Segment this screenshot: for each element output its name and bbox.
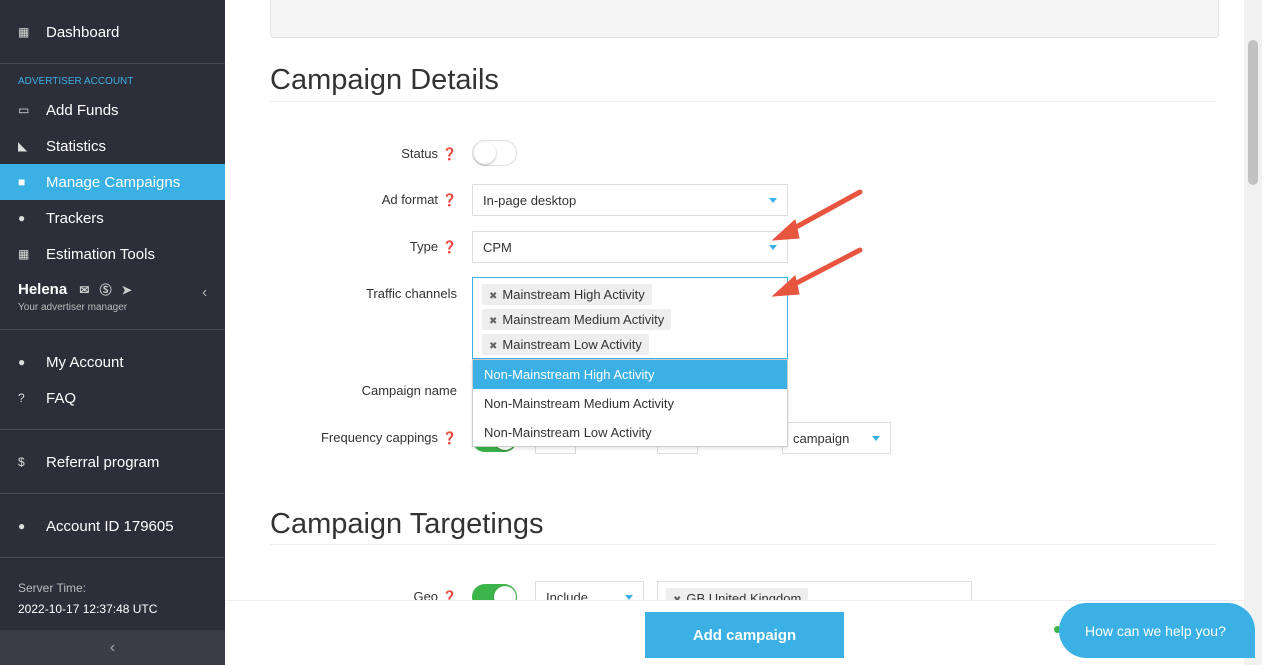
main-content: Campaign Details Status ❓ Ad format ❓ In-p… <box>225 0 1262 665</box>
frequency-period-select[interactable]: campaign <box>782 422 891 454</box>
collapse-sidebar-button[interactable]: ‹ <box>0 630 225 665</box>
account-id: ● Account ID 179605 <box>0 508 225 544</box>
traffic-channels-input[interactable]: ✖ Mainstream High Activity ✖ Mainstream Me… <box>472 277 788 359</box>
divider <box>0 557 225 558</box>
divider <box>0 329 225 330</box>
campaign-targetings-title: Campaign Targetings <box>270 508 544 540</box>
sidebar-item-add-funds[interactable]: ▭ Add Funds <box>0 92 225 128</box>
help-icon[interactable]: ❓ <box>442 193 457 207</box>
section-label: ADVERTISER ACCOUNT <box>18 76 134 87</box>
calculator-icon: ▦ <box>18 247 30 261</box>
manager-subtitle: Your advertiser manager <box>18 302 128 313</box>
sidebar-item-estimation-tools[interactable]: ▦ Estimation Tools <box>0 236 225 272</box>
type-select[interactable]: CPM <box>472 231 788 263</box>
divider <box>270 101 1217 102</box>
telegram-icon[interactable]: ➤ <box>122 283 132 297</box>
top-panel <box>270 0 1219 38</box>
skype-icon[interactable]: Ⓢ <box>100 283 112 297</box>
traffic-tag: ✖ Mainstream High Activity <box>482 284 652 305</box>
sidebar-item-referral[interactable]: $ Referral program <box>0 444 225 480</box>
traffic-channels-dropdown: Non-Mainstream High Activity Non-Mainstr… <box>472 359 788 447</box>
user-icon: ● <box>18 519 26 533</box>
frequency-cappings-label: Frequency cappings ❓ <box>320 430 457 445</box>
scrollbar-thumb[interactable] <box>1248 40 1258 185</box>
traffic-tag: ✖ Mainstream Medium Activity <box>482 309 672 330</box>
dropdown-option[interactable]: Non-Mainstream Medium Activity <box>473 389 787 418</box>
manager-name: Helena ✉ Ⓢ ➤ <box>18 281 132 298</box>
user-icon: ● <box>18 355 26 369</box>
area-chart-icon: ◣ <box>18 139 28 153</box>
divider <box>0 429 225 430</box>
add-campaign-button[interactable]: Add campaign <box>645 612 844 658</box>
chat-widget-button[interactable]: How can we help you? <box>1059 603 1255 658</box>
help-icon[interactable]: ❓ <box>442 147 457 161</box>
chevron-left-icon: ‹ <box>109 638 116 656</box>
help-icon[interactable]: ❓ <box>442 431 457 445</box>
caret-down-icon <box>872 436 880 441</box>
status-toggle[interactable] <box>472 140 517 166</box>
divider <box>270 544 1217 545</box>
question-icon: ? <box>18 391 25 405</box>
dropdown-option[interactable]: Non-Mainstream High Activity <box>473 360 787 389</box>
traffic-channels-label: Traffic channels <box>365 286 457 301</box>
sidebar-item-dashboard[interactable]: ▦ Dashboard <box>0 14 225 50</box>
sidebar-item-manage-campaigns[interactable]: ■ Manage Campaigns <box>0 164 225 200</box>
divider <box>0 493 225 494</box>
divider <box>0 63 225 64</box>
scrollbar[interactable] <box>1244 0 1262 665</box>
server-time-label: Server Time: <box>18 581 87 595</box>
help-icon[interactable]: ❓ <box>442 240 457 254</box>
status-label: Status ❓ <box>401 146 457 161</box>
sidebar-item-faq[interactable]: ? FAQ <box>0 380 225 416</box>
sidebar: ▦ Dashboard ADVERTISER ACCOUNT ▭ Add Funds… <box>0 0 225 665</box>
sidebar-item-statistics[interactable]: ◣ Statistics <box>0 128 225 164</box>
server-time: 2022-10-17 12:37:48 UTC <box>18 602 158 616</box>
grid-icon: ▦ <box>18 25 30 39</box>
dollar-icon: $ <box>18 455 25 469</box>
remove-icon[interactable]: ✖ <box>489 291 497 302</box>
campaign-details-title: Campaign Details <box>270 64 499 96</box>
remove-icon[interactable]: ✖ <box>489 316 497 327</box>
chevron-left-icon[interactable]: ‹ <box>202 284 207 302</box>
credit-card-icon: ▭ <box>18 103 30 117</box>
traffic-tag: ✖ Mainstream Low Activity <box>482 334 649 355</box>
users-icon: ● <box>18 211 26 225</box>
ad-format-select[interactable]: In-page desktop <box>472 184 788 216</box>
sidebar-item-my-account[interactable]: ● My Account <box>0 344 225 380</box>
remove-icon[interactable]: ✖ <box>489 341 497 352</box>
dropdown-option[interactable]: Non-Mainstream Low Activity <box>473 418 787 447</box>
type-label: Type ❓ <box>409 239 457 254</box>
annotation-arrows <box>771 189 863 297</box>
envelope-icon[interactable]: ✉ <box>79 283 89 297</box>
campaign-name-label: Campaign name <box>361 383 457 398</box>
briefcase-icon: ■ <box>18 175 26 189</box>
sidebar-item-trackers[interactable]: ● Trackers <box>0 200 225 236</box>
ad-format-label: Ad format ❓ <box>381 192 457 207</box>
